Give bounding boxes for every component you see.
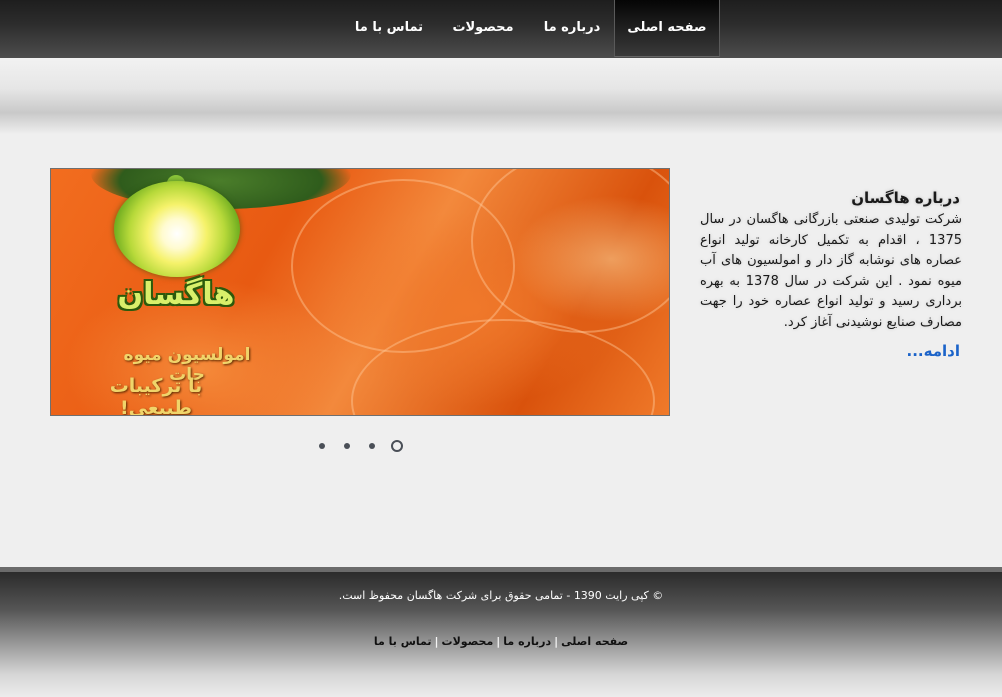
- footer-link-about[interactable]: درباره ما: [503, 635, 551, 648]
- about-text: شرکت تولیدی صنعتی بازرگانی هاگسان در سال…: [700, 212, 962, 330]
- footer-link-contact[interactable]: تماس با ما: [374, 635, 432, 648]
- hagsan-logo-icon: [114, 181, 240, 277]
- banner-tagline-2: با ترکیبات طبیعی!: [109, 375, 203, 416]
- about-title: درباره هاگسان: [851, 189, 960, 207]
- footer-link-separator: |: [434, 635, 439, 648]
- nav-item-about[interactable]: درباره ما: [537, 0, 607, 56]
- footer-link-separator: |: [554, 635, 559, 648]
- copyright-text: © کپی رایت 1390 - تمامی حقوق برای شرکت ه…: [338, 589, 664, 602]
- slideshow-banner[interactable]: هاگسان امولسیون میوه جات با ترکیبات طبیع…: [50, 168, 670, 416]
- slide-dot-2[interactable]: [344, 443, 350, 449]
- footer-link-separator: |: [496, 635, 501, 648]
- top-navigation-bar: صفحه اصلی درباره ما محصولات تماس با ما: [0, 0, 1002, 58]
- nav-item-home[interactable]: صفحه اصلی: [614, 0, 720, 57]
- slide-dot-3[interactable]: [369, 443, 375, 449]
- nav-item-contact[interactable]: تماس با ما: [352, 0, 426, 56]
- about-section: درباره هاگسان شرکت تولیدی صنعتی بازرگانی…: [700, 186, 962, 360]
- footer-link-home[interactable]: صفحه اصلی: [561, 635, 628, 648]
- footer: © کپی رایت 1390 - تمامی حقوق برای شرکت ه…: [0, 567, 1002, 697]
- header-shadow-band: [0, 58, 1002, 134]
- main-menu: صفحه اصلی درباره ما محصولات تماس با ما: [0, 0, 1002, 58]
- slide-dot-4-active[interactable]: [391, 440, 403, 452]
- footer-links: صفحه اصلی|درباره ما|محصولات|تماس با ما: [0, 635, 1002, 648]
- slideshow-pagination: [316, 440, 406, 452]
- slide-dot-1[interactable]: [319, 443, 325, 449]
- logo-wordmark: هاگسان: [117, 277, 235, 312]
- nav-item-products[interactable]: محصولات: [447, 0, 519, 56]
- read-more-link[interactable]: ادامه...: [907, 342, 960, 360]
- footer-link-products[interactable]: محصولات: [442, 635, 494, 648]
